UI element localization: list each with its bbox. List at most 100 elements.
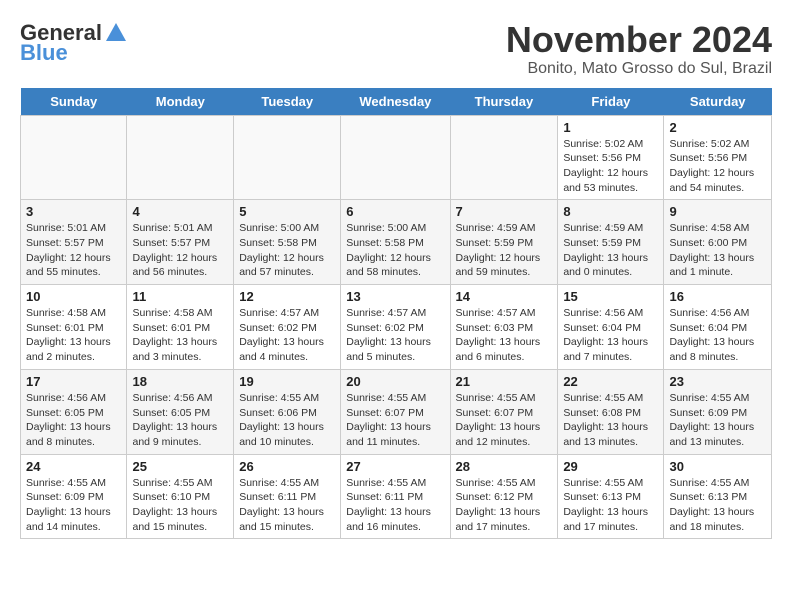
- day-number: 12: [239, 289, 335, 304]
- day-info: Sunrise: 4:55 AMSunset: 6:07 PMDaylight:…: [456, 391, 553, 450]
- day-cell-3-5: 22 Sunrise: 4:55 AMSunset: 6:08 PMDayligh…: [558, 369, 664, 454]
- day-cell-0-2: [234, 115, 341, 200]
- header-thursday: Thursday: [450, 88, 558, 116]
- day-cell-3-6: 23 Sunrise: 4:55 AMSunset: 6:09 PMDayligh…: [664, 369, 772, 454]
- day-info: Sunrise: 4:57 AMSunset: 6:02 PMDaylight:…: [239, 306, 335, 365]
- day-cell-2-1: 11 Sunrise: 4:58 AMSunset: 6:01 PMDayligh…: [127, 285, 234, 370]
- day-number: 16: [669, 289, 766, 304]
- day-cell-1-1: 4Sunrise: 5:01 AMSunset: 5:57 PMDaylight…: [127, 200, 234, 285]
- day-number: 19: [239, 374, 335, 389]
- title-area: November 2024 Bonito, Mato Grosso do Sul…: [506, 20, 772, 78]
- week-row-4: 17 Sunrise: 4:56 AMSunset: 6:05 PMDayligh…: [21, 369, 772, 454]
- day-cell-3-0: 17 Sunrise: 4:56 AMSunset: 6:05 PMDayligh…: [21, 369, 127, 454]
- week-row-5: 24 Sunrise: 4:55 AMSunset: 6:09 PMDayligh…: [21, 454, 772, 539]
- day-cell-4-2: 26 Sunrise: 4:55 AMSunset: 6:11 PMDayligh…: [234, 454, 341, 539]
- day-info: Sunrise: 5:02 AMSunset: 5:56 PMDaylight:…: [563, 137, 658, 196]
- header-wednesday: Wednesday: [341, 88, 450, 116]
- day-cell-4-1: 25 Sunrise: 4:55 AMSunset: 6:10 PMDayligh…: [127, 454, 234, 539]
- logo-icon: [104, 21, 128, 45]
- day-cell-2-2: 12 Sunrise: 4:57 AMSunset: 6:02 PMDayligh…: [234, 285, 341, 370]
- day-number: 26: [239, 459, 335, 474]
- day-cell-1-5: 8 Sunrise: 4:59 AMSunset: 5:59 PMDaylight…: [558, 200, 664, 285]
- day-number: 18: [132, 374, 228, 389]
- day-number: 28: [456, 459, 553, 474]
- day-info: Sunrise: 4:56 AMSunset: 6:05 PMDaylight:…: [132, 391, 228, 450]
- day-info: Sunrise: 5:01 AMSunset: 5:57 PMDaylight:…: [26, 221, 121, 280]
- day-info: Sunrise: 4:55 AMSunset: 6:06 PMDaylight:…: [239, 391, 335, 450]
- day-info: Sunrise: 4:55 AMSunset: 6:11 PMDaylight:…: [239, 476, 335, 535]
- day-number: 7: [456, 204, 553, 219]
- day-number: 23: [669, 374, 766, 389]
- day-number: 5: [239, 204, 335, 219]
- day-info: Sunrise: 4:55 AMSunset: 6:13 PMDaylight:…: [563, 476, 658, 535]
- day-number: 15: [563, 289, 658, 304]
- day-cell-0-0: [21, 115, 127, 200]
- day-cell-0-6: 2Sunrise: 5:02 AMSunset: 5:56 PMDaylight…: [664, 115, 772, 200]
- day-info: Sunrise: 5:00 AMSunset: 5:58 PMDaylight:…: [239, 221, 335, 280]
- day-info: Sunrise: 4:59 AMSunset: 5:59 PMDaylight:…: [456, 221, 553, 280]
- day-number: 25: [132, 459, 228, 474]
- week-row-2: 3Sunrise: 5:01 AMSunset: 5:57 PMDaylight…: [21, 200, 772, 285]
- day-cell-3-3: 20 Sunrise: 4:55 AMSunset: 6:07 PMDayligh…: [341, 369, 450, 454]
- day-info: Sunrise: 4:55 AMSunset: 6:12 PMDaylight:…: [456, 476, 553, 535]
- day-number: 13: [346, 289, 444, 304]
- day-info: Sunrise: 4:56 AMSunset: 6:05 PMDaylight:…: [26, 391, 121, 450]
- day-cell-1-4: 7 Sunrise: 4:59 AMSunset: 5:59 PMDaylight…: [450, 200, 558, 285]
- subtitle: Bonito, Mato Grosso do Sul, Brazil: [506, 60, 772, 78]
- day-info: Sunrise: 5:00 AMSunset: 5:58 PMDaylight:…: [346, 221, 444, 280]
- day-number: 1: [563, 120, 658, 135]
- day-cell-2-3: 13 Sunrise: 4:57 AMSunset: 6:02 PMDayligh…: [341, 285, 450, 370]
- day-number: 8: [563, 204, 658, 219]
- day-number: 22: [563, 374, 658, 389]
- header-monday: Monday: [127, 88, 234, 116]
- day-number: 20: [346, 374, 444, 389]
- day-info: Sunrise: 4:59 AMSunset: 5:59 PMDaylight:…: [563, 221, 658, 280]
- day-cell-2-0: 10 Sunrise: 4:58 AMSunset: 6:01 PMDayligh…: [21, 285, 127, 370]
- day-number: 14: [456, 289, 553, 304]
- day-info: Sunrise: 5:02 AMSunset: 5:56 PMDaylight:…: [669, 137, 766, 196]
- day-number: 17: [26, 374, 121, 389]
- day-number: 4: [132, 204, 228, 219]
- day-info: Sunrise: 4:55 AMSunset: 6:09 PMDaylight:…: [669, 391, 766, 450]
- day-info: Sunrise: 4:57 AMSunset: 6:03 PMDaylight:…: [456, 306, 553, 365]
- day-info: Sunrise: 4:55 AMSunset: 6:07 PMDaylight:…: [346, 391, 444, 450]
- day-info: Sunrise: 4:56 AMSunset: 6:04 PMDaylight:…: [669, 306, 766, 365]
- day-number: 11: [132, 289, 228, 304]
- header-row: Sunday Monday Tuesday Wednesday Thursday…: [21, 88, 772, 116]
- day-cell-2-4: 14 Sunrise: 4:57 AMSunset: 6:03 PMDayligh…: [450, 285, 558, 370]
- day-info: Sunrise: 4:55 AMSunset: 6:11 PMDaylight:…: [346, 476, 444, 535]
- day-cell-3-1: 18 Sunrise: 4:56 AMSunset: 6:05 PMDayligh…: [127, 369, 234, 454]
- day-cell-1-2: 5 Sunrise: 5:00 AMSunset: 5:58 PMDaylight…: [234, 200, 341, 285]
- day-info: Sunrise: 4:58 AMSunset: 6:01 PMDaylight:…: [132, 306, 228, 365]
- day-number: 24: [26, 459, 121, 474]
- week-row-3: 10 Sunrise: 4:58 AMSunset: 6:01 PMDayligh…: [21, 285, 772, 370]
- day-cell-1-3: 6 Sunrise: 5:00 AMSunset: 5:58 PMDaylight…: [341, 200, 450, 285]
- day-number: 30: [669, 459, 766, 474]
- day-info: Sunrise: 4:57 AMSunset: 6:02 PMDaylight:…: [346, 306, 444, 365]
- day-number: 9: [669, 204, 766, 219]
- header-saturday: Saturday: [664, 88, 772, 116]
- day-cell-2-5: 15Sunrise: 4:56 AMSunset: 6:04 PMDayligh…: [558, 285, 664, 370]
- day-info: Sunrise: 4:55 AMSunset: 6:10 PMDaylight:…: [132, 476, 228, 535]
- day-number: 27: [346, 459, 444, 474]
- header-sunday: Sunday: [21, 88, 127, 116]
- day-cell-1-6: 9Sunrise: 4:58 AMSunset: 6:00 PMDaylight…: [664, 200, 772, 285]
- logo: General Blue: [20, 20, 128, 66]
- day-info: Sunrise: 4:55 AMSunset: 6:09 PMDaylight:…: [26, 476, 121, 535]
- day-cell-1-0: 3Sunrise: 5:01 AMSunset: 5:57 PMDaylight…: [21, 200, 127, 285]
- day-cell-0-3: [341, 115, 450, 200]
- day-info: Sunrise: 4:55 AMSunset: 6:08 PMDaylight:…: [563, 391, 658, 450]
- day-number: 6: [346, 204, 444, 219]
- header-tuesday: Tuesday: [234, 88, 341, 116]
- day-cell-4-6: 30Sunrise: 4:55 AMSunset: 6:13 PMDayligh…: [664, 454, 772, 539]
- day-cell-4-5: 29 Sunrise: 4:55 AMSunset: 6:13 PMDayligh…: [558, 454, 664, 539]
- day-number: 10: [26, 289, 121, 304]
- day-info: Sunrise: 4:58 AMSunset: 6:01 PMDaylight:…: [26, 306, 121, 365]
- day-cell-0-1: [127, 115, 234, 200]
- day-number: 29: [563, 459, 658, 474]
- header-friday: Friday: [558, 88, 664, 116]
- day-cell-2-6: 16 Sunrise: 4:56 AMSunset: 6:04 PMDayligh…: [664, 285, 772, 370]
- day-cell-0-5: 1 Sunrise: 5:02 AMSunset: 5:56 PMDaylight…: [558, 115, 664, 200]
- month-title: November 2024: [506, 20, 772, 60]
- day-cell-3-4: 21Sunrise: 4:55 AMSunset: 6:07 PMDayligh…: [450, 369, 558, 454]
